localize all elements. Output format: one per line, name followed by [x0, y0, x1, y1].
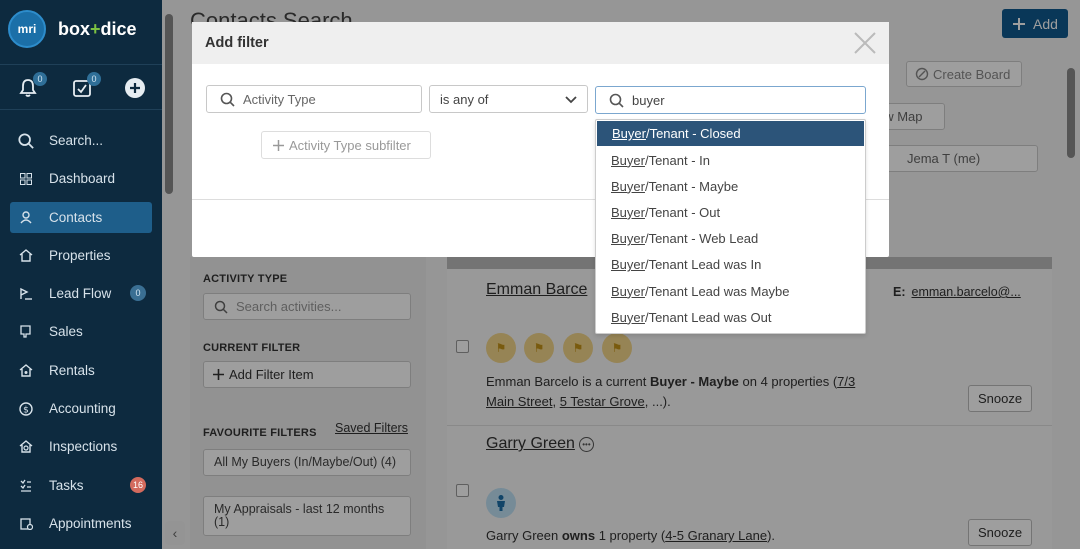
sidebar-item-label: Sales [49, 324, 83, 340]
activity-search-input[interactable]: buyer [595, 86, 866, 114]
plus-circle-icon [125, 78, 145, 98]
close-button[interactable] [852, 30, 878, 56]
notifications-badge: 0 [33, 72, 47, 86]
sidebar: mri box+dice 0 0 Search... Dashboard Con… [0, 0, 162, 549]
dashboard-icon [18, 171, 34, 187]
dropdown-option[interactable]: Buyer/Tenant - Out [596, 199, 865, 225]
dropdown-option[interactable]: Buyer/Tenant Lead was Maybe [596, 278, 865, 304]
sidebar-item-label: Contacts [49, 209, 103, 225]
sidebar-item-label: Rentals [49, 362, 95, 378]
sidebar-item-appointments[interactable]: Appointments [10, 508, 152, 539]
dropdown-option[interactable]: Buyer/Tenant Lead was Out [596, 304, 865, 330]
operator-value: is any of [440, 91, 489, 107]
sidebar-item-sales[interactable]: Sales [10, 316, 152, 347]
sidebar-item-inspections[interactable]: Inspections [10, 431, 152, 462]
activity-type-subfilter-button[interactable]: Activity Type subfilter [261, 131, 431, 159]
modal-header: Add filter [192, 22, 889, 64]
sidebar-item-label: Appointments [49, 515, 132, 531]
activity-type-field[interactable]: Activity Type [206, 85, 422, 113]
rentals-icon [18, 362, 34, 378]
lead-flow-icon [18, 286, 34, 302]
sidebar-item-label: Dashboard [49, 171, 116, 187]
svg-text:$: $ [23, 405, 29, 415]
quick-actions: 0 0 [0, 64, 162, 110]
dropdown-option[interactable]: Buyer/Tenant - In [596, 147, 865, 173]
tasks-quick-button[interactable]: 0 [71, 72, 101, 99]
inspections-icon [18, 439, 34, 455]
sidebar-item-lead-flow[interactable]: Lead Flow 0 [10, 278, 152, 309]
dropdown-option[interactable]: Buyer/Tenant - Web Lead [596, 226, 865, 252]
sidebar-item-label: Tasks [49, 477, 84, 493]
search-icon [609, 93, 624, 108]
logo[interactable]: mri box+dice [8, 10, 137, 48]
chevron-down-icon [565, 96, 577, 104]
operator-select[interactable]: is any of [429, 85, 588, 113]
mri-logo-icon: mri [8, 10, 46, 48]
sidebar-item-tasks[interactable]: Tasks 16 [10, 470, 152, 501]
accounting-icon: $ [18, 401, 34, 417]
sidebar-item-label: Search... [49, 133, 104, 148]
dropdown-option[interactable]: Buyer/Tenant - Closed [597, 121, 864, 146]
appointments-icon [18, 515, 34, 531]
activity-options-dropdown: Buyer/Tenant - Closed Buyer/Tenant - In … [595, 119, 866, 334]
sidebar-item-label: Lead Flow [49, 286, 112, 302]
dropdown-option[interactable]: Buyer/Tenant - Maybe [596, 173, 865, 199]
sidebar-item-contacts[interactable]: Contacts [10, 201, 152, 233]
sidebar-item-dashboard[interactable]: Dashboard [10, 163, 152, 194]
sales-icon [18, 324, 34, 340]
sidebar-item-properties[interactable]: Properties [10, 240, 152, 271]
search-icon [220, 92, 235, 107]
sidebar-nav: Search... Dashboard Contacts Properties … [0, 125, 162, 546]
search-icon [18, 132, 34, 149]
tasks-quick-badge: 0 [87, 72, 101, 86]
properties-icon [18, 247, 34, 263]
sidebar-item-label: Accounting [49, 401, 116, 417]
plus-icon [273, 139, 284, 151]
sidebar-item-rentals[interactable]: Rentals [10, 355, 152, 386]
sidebar-item-search[interactable]: Search... [10, 125, 152, 156]
lead-flow-badge: 0 [130, 285, 146, 302]
notifications-button[interactable]: 0 [17, 72, 47, 99]
tasks-badge: 16 [130, 476, 146, 493]
modal-title: Add filter [205, 35, 269, 51]
brand-name: box+dice [58, 18, 137, 39]
activity-type-placeholder: Activity Type [243, 91, 316, 107]
tasks-icon [18, 477, 34, 493]
create-new-button[interactable] [124, 77, 146, 99]
sidebar-item-label: Inspections [49, 439, 118, 455]
activity-search-value: buyer [632, 92, 665, 108]
dropdown-option[interactable]: Buyer/Tenant Lead was In [596, 252, 865, 278]
sidebar-item-label: Properties [49, 247, 111, 263]
sidebar-item-accounting[interactable]: $ Accounting [10, 393, 152, 424]
contacts-icon [18, 209, 34, 225]
subfilter-label: Activity Type subfilter [289, 137, 411, 153]
close-icon [854, 32, 876, 54]
